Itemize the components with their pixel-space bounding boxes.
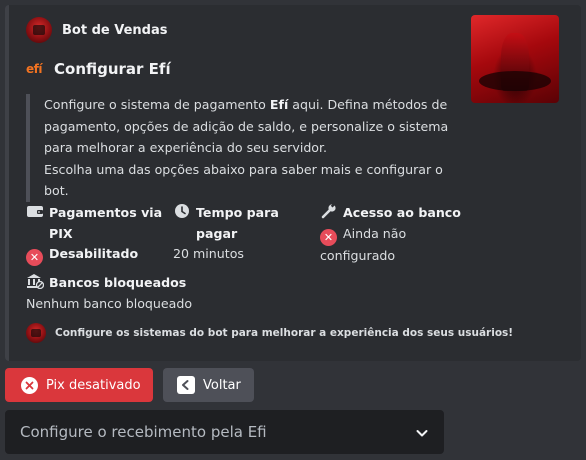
field-bancos-value: Nenhum banco bloqueado: [26, 295, 193, 311]
footer-avatar: [26, 323, 46, 343]
chevron-down-icon: [416, 430, 428, 437]
embed-title-row: efí Configurar Efí: [26, 60, 171, 78]
embed-thumbnail[interactable]: [471, 15, 559, 103]
back-button-label: Voltar: [203, 377, 241, 393]
pix-disabled-button[interactable]: Pix desativado: [5, 368, 153, 402]
wrench-icon: [321, 203, 336, 219]
field-bancos-name: Bancos bloqueados: [26, 273, 326, 294]
x-circle-icon: [21, 376, 38, 394]
field-acesso: Acesso ao banco ✕ Ainda não configurado: [320, 203, 470, 266]
x-circle-icon: ✕: [26, 249, 43, 266]
field-acesso-name: Acesso ao banco: [320, 203, 470, 224]
field-tempo-name: Tempo para pagar: [173, 203, 293, 244]
desc-text-1: Configure o sistema de pagamento: [44, 97, 270, 112]
embed-card: Bot de Vendas efí Configurar Efí Configu…: [5, 5, 581, 361]
author-name[interactable]: Bot de Vendas: [62, 23, 167, 38]
field-pix-name: Pagamentos via PIX: [26, 203, 166, 244]
embed-author: Bot de Vendas: [26, 17, 167, 43]
bot-avatar[interactable]: [26, 17, 52, 43]
embed-footer: Configure os sistemas do bot para melhor…: [26, 323, 513, 343]
back-button[interactable]: Voltar: [163, 368, 254, 402]
back-arrow-icon: [177, 376, 195, 394]
field-pix: Pagamentos via PIX ✕ Desabilitado: [26, 203, 166, 266]
efi-logo-icon: efí: [26, 62, 42, 76]
field-acesso-value: ✕ Ainda não configurado: [320, 225, 407, 263]
field-tempo: Tempo para pagar 20 minutos: [173, 203, 293, 265]
x-circle-icon: ✕: [320, 228, 337, 246]
wallet-icon: [27, 206, 43, 217]
footer-text: Configure os sistemas do bot para melhor…: [55, 327, 514, 339]
pix-button-label: Pix desativado: [46, 377, 141, 393]
field-tempo-value: 20 minutos: [173, 246, 244, 261]
desc-text-2: Escolha uma das opções abaixo para saber…: [44, 161, 443, 199]
embed-title: Configurar Efí: [54, 60, 171, 78]
desc-bold-efi: Efí: [269, 97, 289, 112]
field-bancos: Bancos bloqueados Nenhum banco bloqueado: [26, 273, 326, 314]
bank-blocked-icon: [27, 274, 44, 289]
clock-icon: [175, 204, 189, 218]
efi-config-select[interactable]: Configure o recebimento pela Efi: [5, 410, 444, 454]
field-pix-value: ✕ Desabilitado: [26, 244, 166, 266]
select-placeholder: Configure o recebimento pela Efi: [20, 423, 267, 441]
embed-description: Configure o sistema de pagamento Efí aqu…: [26, 94, 464, 202]
